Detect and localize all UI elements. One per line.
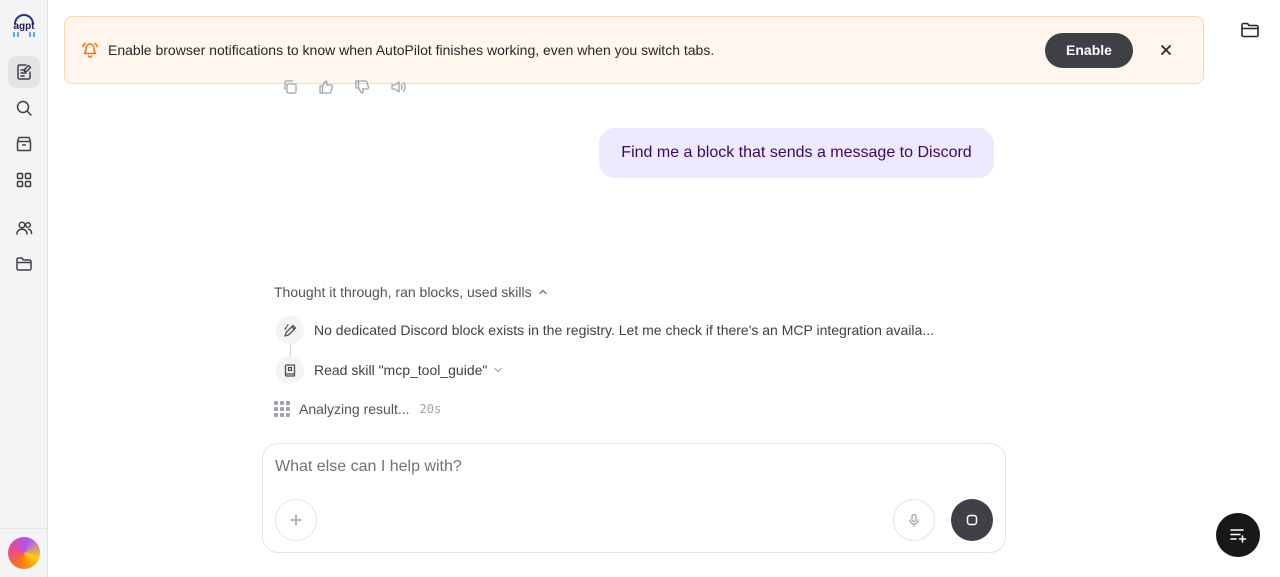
analyzing-status: Analyzing result... 20s [274,401,441,417]
step-text: Read skill "mcp_tool_guide" [314,362,488,378]
sidebar-item-library[interactable] [8,248,40,280]
enable-notifications-button[interactable]: Enable [1045,32,1133,68]
sparkle-list-icon [1230,529,1247,543]
chat-composer [262,443,1006,553]
sidebar-divider [0,528,48,529]
thumbs-down-icon[interactable] [354,79,370,95]
loading-grid-icon [274,401,290,417]
copy-icon[interactable] [282,79,298,95]
sidebar-item-search[interactable] [8,92,40,124]
microphone-icon [909,513,919,527]
sidebar: agpt [0,0,48,577]
autogpt-logo[interactable]: agpt [10,10,38,38]
stop-icon [966,514,978,526]
status-timer: 20s [419,402,442,416]
edit-icon [283,323,296,337]
voice-input-button[interactable] [893,499,935,541]
thumbs-up-icon[interactable] [318,79,334,95]
banner-message: Enable browser notifications to know whe… [108,42,715,58]
sidebar-item-marketplace[interactable] [8,128,40,160]
skill-step[interactable]: Read skill "mcp_tool_guide" [276,356,503,384]
thought-summary-label: Thought it through, ran blocks, used ski… [274,284,532,300]
chat-list-icon [17,64,32,80]
sidebar-item-agents[interactable] [8,212,40,244]
folder-icon [16,257,32,271]
avatar[interactable] [8,537,40,569]
chevron-down-icon[interactable] [493,365,503,375]
sidebar-item-blocks[interactable] [8,164,40,196]
grid-icon [16,172,32,188]
plus-icon [290,514,302,526]
message-actions [282,79,406,95]
book-icon [284,363,295,377]
store-icon [16,136,32,152]
step-icon-wrap [276,356,304,384]
bell-icon [82,42,98,58]
users-icon [16,221,33,235]
stop-button[interactable] [951,499,993,541]
chevron-up-icon [538,289,547,295]
sidebar-item-chat[interactable] [8,56,40,88]
thought-summary-toggle[interactable]: Thought it through, ran blocks, used ski… [274,284,548,300]
user-message-bubble: Find me a block that sends a message to … [599,128,994,178]
floating-action-button[interactable] [1216,513,1260,557]
step-text: No dedicated Discord block exists in the… [314,322,934,338]
reasoning-step: No dedicated Discord block exists in the… [276,316,934,344]
svg-text:agpt: agpt [13,21,35,32]
folder-icon[interactable] [1240,20,1260,40]
speaker-icon[interactable] [390,79,406,95]
step-icon-wrap [276,316,304,344]
search-icon [16,100,32,116]
chat-input[interactable] [275,458,975,476]
attach-button[interactable] [275,499,317,541]
notification-banner: Enable browser notifications to know whe… [64,16,1204,84]
step-connector [290,344,291,356]
status-text: Analyzing result... [299,401,410,417]
close-icon[interactable] [1159,43,1173,57]
